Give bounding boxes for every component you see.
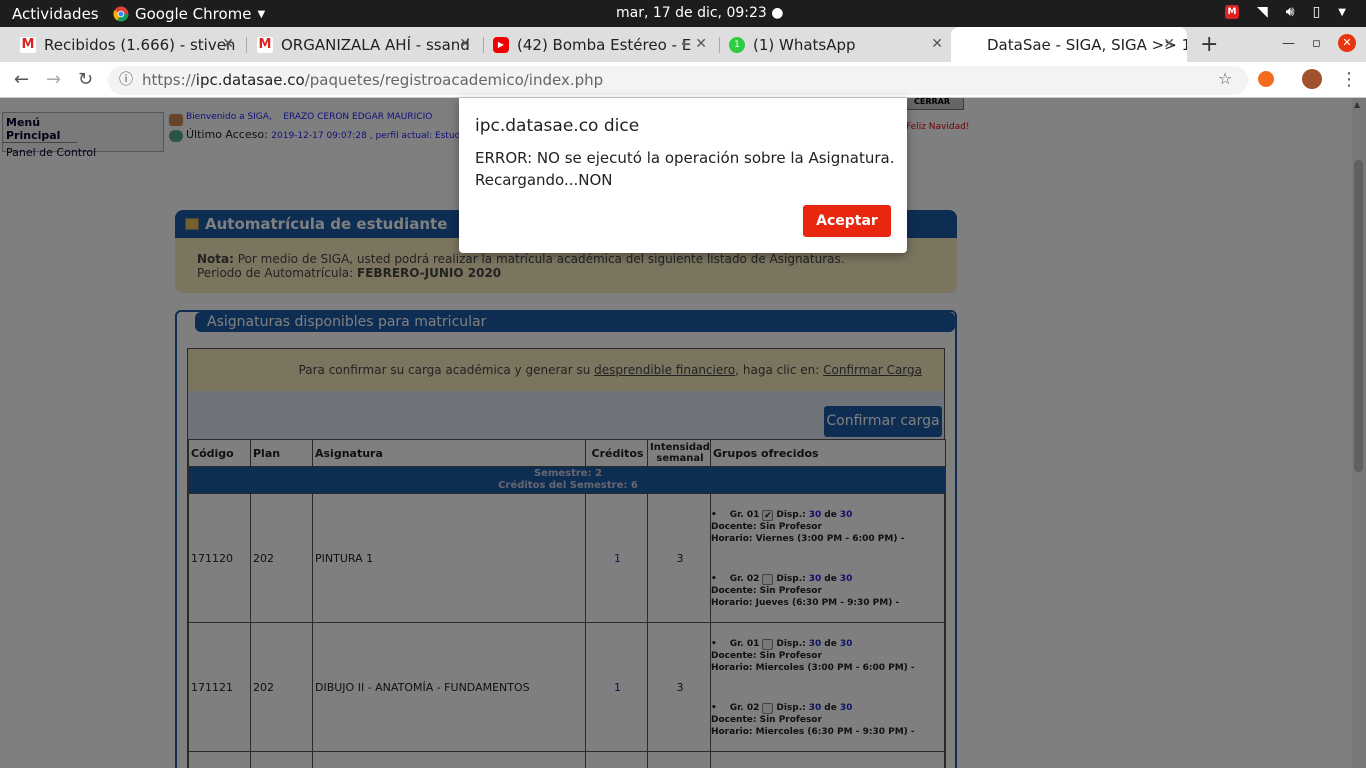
volume-icon: 🔊︎ (1285, 4, 1295, 20)
close-tab-icon[interactable]: ✕ (222, 36, 234, 52)
close-tab-icon[interactable]: ✕ (695, 36, 707, 52)
tab-youtube[interactable]: ▶ (42) Bomba Estéreo - E 🔈︎ ✕ (473, 27, 719, 62)
forward-icon[interactable]: → (46, 69, 61, 90)
url-host: ipc.datasae.co (195, 71, 305, 89)
new-tab-button[interactable]: + (1200, 32, 1218, 57)
address-bar[interactable]: ⓘ https://ipc.datasae.co/paquetes/regist… (108, 66, 1248, 95)
close-tab-icon[interactable]: ✕ (459, 36, 471, 52)
back-icon[interactable]: ← (14, 69, 29, 90)
tab-strip: M Recibidos (1.666) - stiven ✕ M ORGANIZ… (0, 27, 1366, 62)
activities-button[interactable]: Actividades (12, 5, 99, 23)
gmail-icon: M (20, 36, 36, 53)
bookmark-star-icon[interactable]: ☆ (1218, 69, 1232, 88)
dialog-message: ERROR: NO se ejecutó la operación sobre … (475, 149, 895, 189)
system-top-bar: Actividades Google Chrome ▼ mar, 17 de d… (0, 0, 1366, 27)
close-window-button[interactable]: ✕ (1338, 34, 1356, 52)
close-tab-icon[interactable]: ✕ (1163, 36, 1175, 52)
caret-down-icon: ▼ (257, 8, 266, 20)
tab-datasae[interactable]: DataSae - SIGA, SIGA >> 1 ✕ (951, 27, 1187, 62)
power-menu-icon: ▼ (1338, 6, 1346, 18)
notification-icon: M (1224, 5, 1239, 19)
tab-whatsapp[interactable]: 1 (1) WhatsApp ✕ (709, 27, 955, 62)
tab-title: Recibidos (1.666) - stiven (44, 35, 236, 54)
accept-button[interactable]: Aceptar (803, 205, 891, 237)
dialog-title: ipc.datasae.co dice (475, 116, 640, 136)
menu-icon[interactable]: ⋮ (1340, 69, 1358, 90)
gmail-icon: M (257, 36, 273, 53)
app-name: Google Chrome (135, 5, 252, 23)
tab-title: DataSae - SIGA, SIGA >> 1 (987, 35, 1187, 54)
info-icon[interactable]: ⓘ (119, 66, 133, 95)
chrome-icon (113, 6, 129, 22)
clock[interactable]: mar, 17 de dic, 09:23 ● (616, 5, 783, 21)
tab-gmail-inbox[interactable]: M Recibidos (1.666) - stiven ✕ (0, 27, 246, 62)
audio-playing-icon[interactable]: 🔈︎ (682, 36, 689, 51)
youtube-icon: ▶ (493, 36, 509, 53)
tab-title: (1) WhatsApp (753, 35, 856, 54)
alert-dialog: ipc.datasae.co dice ERROR: NO se ejecutó… (459, 98, 907, 253)
wifi-icon: ◥ (1256, 4, 1268, 20)
profile-avatar[interactable] (1302, 69, 1322, 89)
extension-icon[interactable] (1258, 71, 1274, 87)
whatsapp-icon: 1 (729, 36, 745, 53)
tab-title: ORGANIZALA AHÍ - ssand (281, 35, 470, 54)
toolbar: ← → ↻ ⓘ https://ipc.datasae.co/paquetes/… (0, 62, 1366, 98)
minimize-button[interactable]: — (1282, 36, 1295, 51)
system-tray[interactable]: M ◥ 🔊︎ ▯ ▼ (1224, 4, 1346, 20)
app-menu[interactable]: Google Chrome ▼ (113, 5, 265, 23)
restore-button[interactable]: ▫ (1312, 36, 1321, 51)
battery-icon: ▯ (1312, 4, 1321, 20)
url-path: /paquetes/registroacademico/index.php (304, 71, 604, 89)
url-scheme: https:// (142, 71, 196, 89)
tab-gmail-organizala[interactable]: M ORGANIZALA AHÍ - ssand ✕ (237, 27, 483, 62)
reload-icon[interactable]: ↻ (78, 69, 93, 90)
close-tab-icon[interactable]: ✕ (931, 36, 943, 52)
